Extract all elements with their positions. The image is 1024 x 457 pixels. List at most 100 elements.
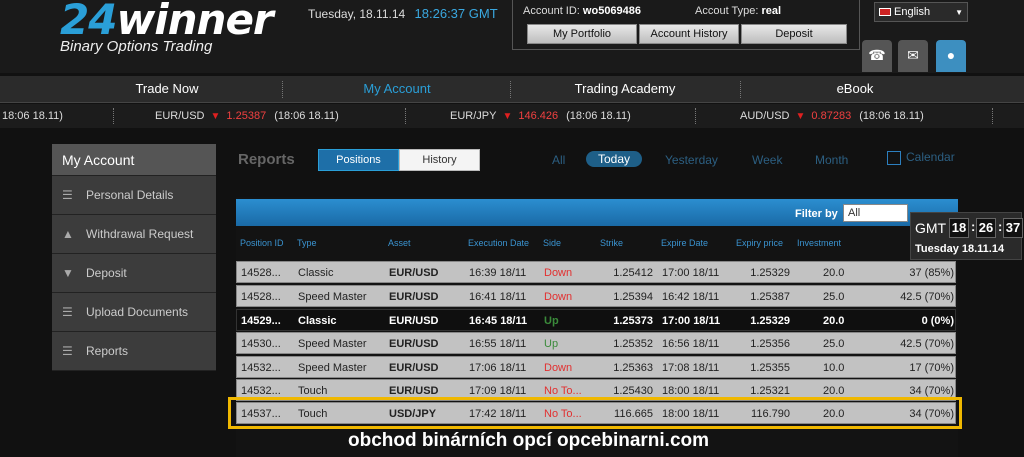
cell-asset: EUR/USD	[389, 267, 439, 279]
cell-payout: 42.5 (70%)	[900, 338, 954, 350]
period-yesterday[interactable]: Yesterday	[665, 153, 718, 167]
column-header[interactable]: Position ID	[240, 238, 284, 248]
cell-side: Down	[544, 291, 573, 303]
arrow-up-icon: ▲	[62, 227, 74, 241]
sidebar-item-label: Deposit	[86, 266, 127, 280]
column-header[interactable]: Asset	[388, 238, 411, 248]
cell-expiry-price: 1.25329	[750, 315, 790, 327]
calendar-button[interactable]: Calendar	[887, 150, 955, 165]
cell-id: 14530...	[241, 338, 281, 350]
down-arrow-icon: ▼	[502, 111, 513, 122]
tab-positions[interactable]: Positions	[318, 149, 399, 171]
cell-expiry-price: 1.25355	[750, 362, 790, 374]
down-arrow-icon: ▼	[795, 111, 806, 122]
cell-investment: 20.0	[823, 315, 845, 327]
column-header[interactable]: Execution Date	[468, 238, 529, 248]
calendar-label: Calendar	[906, 150, 955, 164]
cell-exec: 17:06 18/11	[469, 362, 527, 374]
ticker-time: (18:06 18.11)	[566, 110, 631, 122]
sidebar-item-deposit[interactable]: ▼ Deposit	[52, 254, 216, 293]
sidebar-item-upload-documents[interactable]: ☰ Upload Documents	[52, 293, 216, 332]
gmt-clock: GMT 18 : 26 : 37 Tuesday 18.11.14	[910, 212, 1023, 260]
table-row[interactable]: 14530... Speed Master EUR/USD 16:55 18/11 Up…	[236, 332, 956, 354]
cell-side: Up	[544, 338, 559, 350]
cell-type: Classic	[298, 315, 337, 327]
cell-payout: 17 (70%)	[909, 362, 954, 374]
calendar-icon	[887, 150, 901, 165]
cell-expire: 16:42 18/11	[662, 291, 720, 303]
clock-separator: :	[998, 219, 1003, 234]
cell-expiry-price: 1.25356	[750, 338, 790, 350]
cell-exec: 16:39 18/11	[469, 267, 527, 279]
list-icon: ☰	[62, 305, 73, 319]
cell-type: Speed Master	[298, 291, 367, 303]
table-row[interactable]: 14528... Speed Master EUR/USD 16:41 18/11 Do…	[236, 285, 956, 307]
nav-trading-academy[interactable]: Trading Academy	[518, 76, 732, 103]
ticker-time: (18:06 18.11)	[274, 110, 339, 122]
cell-investment: 25.0	[823, 338, 845, 350]
ticker-item[interactable]: EUR/USD ▼ 1.25387 (18:06 18.11)	[155, 110, 339, 122]
nav-divider	[740, 81, 741, 98]
sidebar-item-label: Reports	[86, 344, 129, 358]
column-header[interactable]: Strike	[600, 238, 623, 248]
mail-icon[interactable]: ✉	[898, 40, 928, 72]
cell-exec: 16:41 18/11	[469, 291, 527, 303]
sidebar-item-personal-details[interactable]: ☰ Personal Details	[52, 176, 216, 215]
period-week[interactable]: Week	[752, 153, 782, 167]
cell-side: Up	[544, 315, 559, 327]
account-id: Account ID: wo5069486	[523, 5, 642, 17]
table-row[interactable]: 14529... Classic EUR/USD 16:45 18/11 Up 1.253…	[236, 309, 956, 331]
column-header[interactable]: Type	[297, 238, 317, 248]
column-header[interactable]: Investment	[797, 238, 841, 248]
cell-investment: 20.0	[823, 267, 845, 279]
arrow-down-icon: ▼	[62, 266, 74, 280]
sidebar-item-label: Withdrawal Request	[86, 227, 194, 241]
column-header[interactable]: Expire Date	[661, 238, 708, 248]
column-header[interactable]: Expiry price	[736, 238, 783, 248]
account-type: Accout Type: real	[695, 5, 782, 17]
column-header[interactable]: Side	[543, 238, 561, 248]
ticker-divider	[695, 108, 696, 124]
cell-payout: 37 (85%)	[909, 267, 954, 279]
main-nav: Trade Now My Account Trading Academy eBo…	[0, 76, 1024, 103]
sidebar-item-withdrawal-request[interactable]: ▲ Withdrawal Request	[52, 215, 216, 254]
sidebar-title: My Account	[52, 144, 216, 176]
clock-seconds: 37	[1003, 218, 1023, 238]
tab-history[interactable]: History	[399, 149, 480, 171]
logo[interactable]: 24winner	[60, 0, 274, 41]
sidebar-item-reports[interactable]: ☰ Reports	[52, 332, 216, 371]
ticker-pair: AUD/USD	[740, 110, 790, 122]
deposit-button[interactable]: Deposit	[741, 24, 847, 44]
cell-asset: EUR/USD	[389, 338, 439, 350]
table-row[interactable]: 14528... Classic EUR/USD 16:39 18/11 Down 1.2…	[236, 261, 956, 283]
period-all[interactable]: All	[552, 153, 565, 167]
my-portfolio-button[interactable]: My Portfolio	[527, 24, 637, 44]
cell-id: 14528...	[241, 267, 281, 279]
phone-icon[interactable]: ☎	[862, 40, 892, 72]
cell-id: 14529...	[241, 315, 281, 327]
account-box: Account ID: wo5069486 Accout Type: real …	[512, 0, 860, 50]
nav-my-account[interactable]: My Account	[290, 76, 504, 103]
period-month[interactable]: Month	[815, 153, 848, 167]
ticker-item[interactable]: AUD/USD ▼ 0.87283 (18:06 18.11)	[740, 110, 924, 122]
table-row[interactable]: 14532... Speed Master EUR/USD 17:06 18/11 Do…	[236, 356, 956, 378]
filter-select[interactable]: All	[843, 204, 908, 222]
cell-side: Down	[544, 362, 573, 374]
cell-id: 14532...	[241, 362, 281, 374]
clock-hours: 18	[949, 218, 969, 238]
cell-asset: EUR/USD	[389, 315, 439, 327]
language-select[interactable]: English ▼	[874, 2, 968, 22]
cell-payout: 42.5 (70%)	[900, 291, 954, 303]
nav-divider	[282, 81, 283, 98]
ticker-pair: EUR/USD	[155, 110, 205, 122]
ticker-item[interactable]: EUR/JPY ▼ 146.426 (18:06 18.11)	[450, 110, 631, 122]
nav-trade-now[interactable]: Trade Now	[60, 76, 274, 103]
sidebar-item-label: Upload Documents	[86, 305, 189, 319]
ticker-pair: EUR/JPY	[450, 110, 497, 122]
uk-flag-icon	[879, 8, 891, 17]
chat-icon[interactable]: ●	[936, 40, 966, 72]
period-today[interactable]: Today	[586, 151, 643, 167]
cell-expire: 17:08 18/11	[662, 362, 720, 374]
nav-ebook[interactable]: eBook	[748, 76, 962, 103]
account-history-button[interactable]: Account History	[639, 24, 739, 44]
